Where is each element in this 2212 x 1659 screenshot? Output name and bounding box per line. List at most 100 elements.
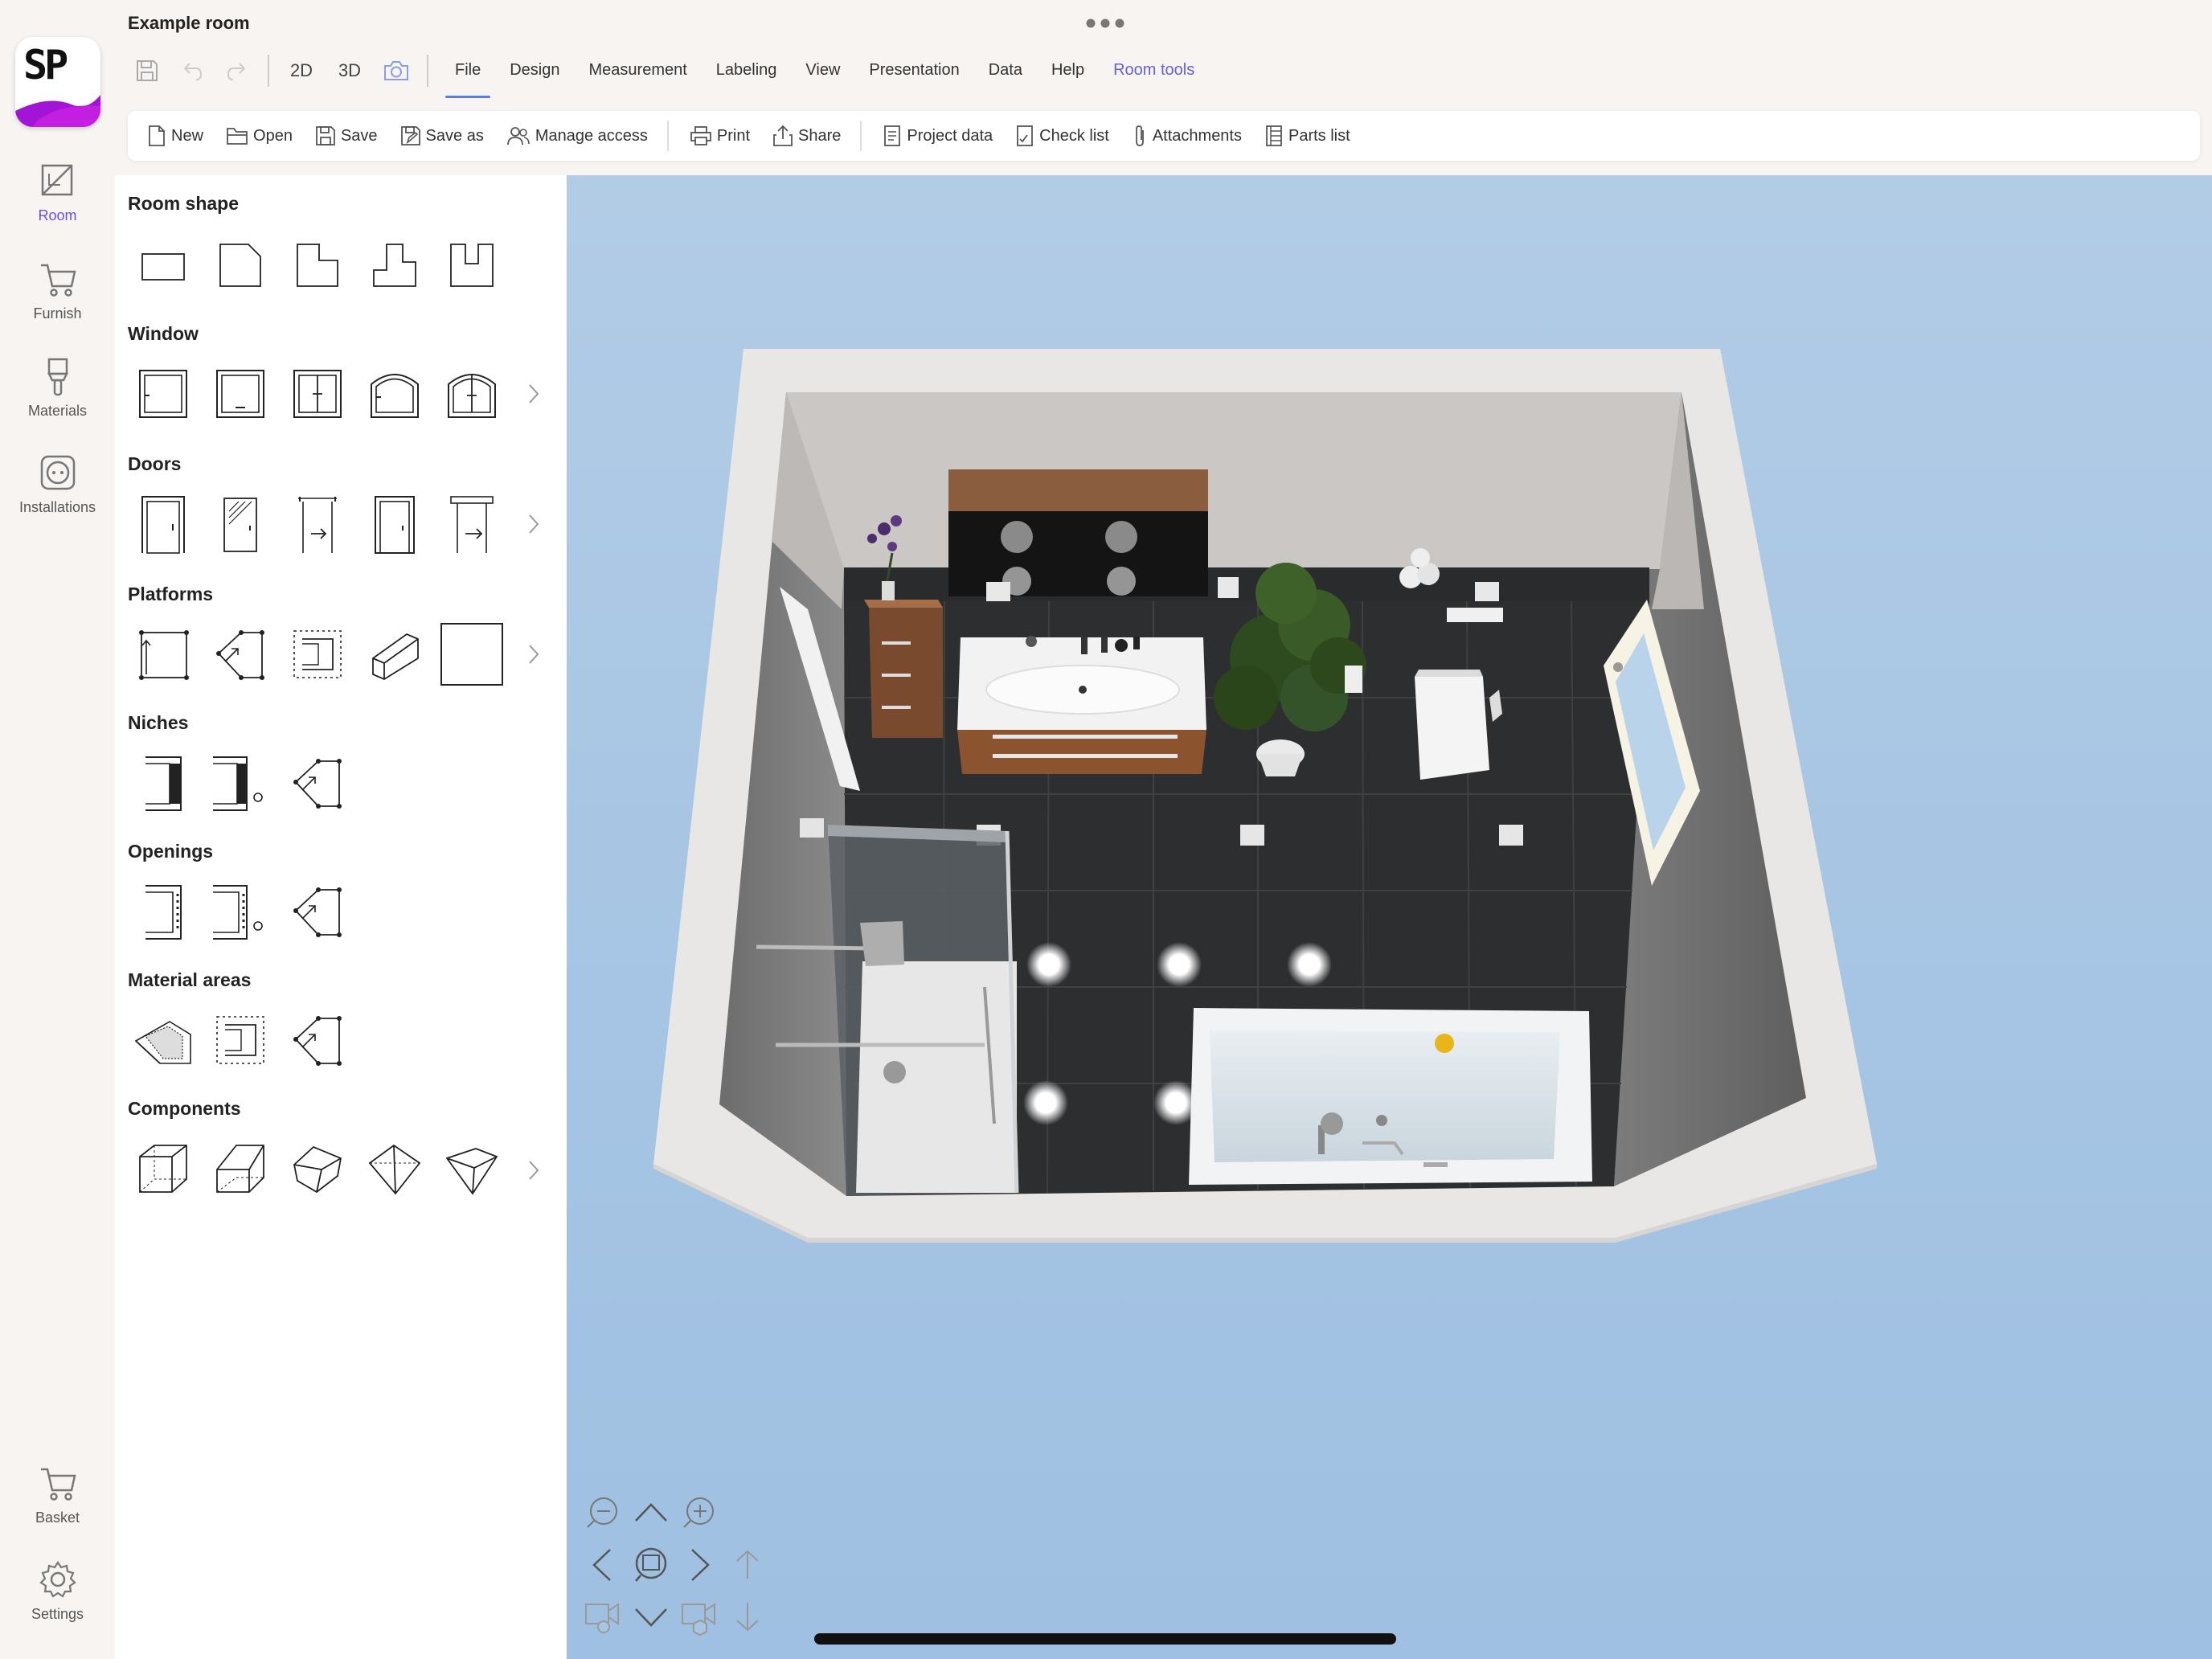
- component-wedge[interactable]: [208, 1137, 272, 1201]
- room-shape-rectangle[interactable]: [131, 233, 195, 297]
- fit-view-button[interactable]: [631, 1545, 671, 1585]
- door-standard[interactable]: [131, 492, 195, 556]
- niche-depth[interactable]: [208, 751, 272, 815]
- window-more-chevron[interactable]: [522, 378, 546, 410]
- material-area-polygon[interactable]: [285, 1008, 350, 1072]
- platform-polygon[interactable]: [208, 622, 272, 686]
- rail-item-materials[interactable]: Materials: [0, 356, 115, 420]
- tab-labeling[interactable]: Labeling: [705, 53, 789, 98]
- tab-view[interactable]: View: [794, 53, 851, 98]
- save-as-button[interactable]: Save as: [400, 125, 484, 146]
- doors-more-chevron[interactable]: [522, 508, 546, 540]
- tab-presentation[interactable]: Presentation: [858, 53, 970, 98]
- print-button[interactable]: Print: [690, 125, 750, 146]
- platform-rectangle[interactable]: [131, 622, 195, 686]
- quick-access-bar: 2D 3D: [125, 53, 436, 88]
- section-title-components: Components: [128, 1098, 241, 1119]
- share-icon: [773, 125, 793, 146]
- window-arched[interactable]: [363, 362, 427, 426]
- open-button[interactable]: Open: [226, 125, 293, 146]
- tab-measurement[interactable]: Measurement: [578, 53, 698, 98]
- zoom-out-button[interactable]: [583, 1493, 623, 1534]
- room-shape-u[interactable]: [440, 233, 504, 297]
- rail-item-room[interactable]: Room: [0, 161, 115, 224]
- rectangle-platform-icon: [139, 630, 189, 680]
- rail-item-settings[interactable]: Settings: [0, 1559, 115, 1623]
- material-area-wall[interactable]: [131, 1008, 195, 1072]
- pan-right-button[interactable]: [679, 1545, 719, 1585]
- components-more-chevron[interactable]: [522, 1154, 546, 1186]
- rail-item-furnish[interactable]: Furnish: [0, 259, 115, 322]
- tab-data[interactable]: Data: [977, 53, 1034, 98]
- project-data-button[interactable]: Project data: [883, 125, 993, 147]
- door-pocket[interactable]: [440, 492, 504, 556]
- view-3d-button[interactable]: 3D: [326, 60, 374, 81]
- chevron-up-icon: [635, 1503, 667, 1522]
- component-pyramid[interactable]: [363, 1137, 427, 1201]
- component-prism[interactable]: [285, 1137, 350, 1201]
- undo-icon: [184, 63, 203, 80]
- room-shape-t[interactable]: [363, 233, 427, 297]
- check-list-button[interactable]: Check list: [1015, 125, 1109, 147]
- section-title-material-areas: Material areas: [128, 969, 252, 990]
- material-area-draw[interactable]: [208, 1008, 272, 1072]
- window-double[interactable]: [285, 362, 350, 426]
- tab-room-tools[interactable]: Room tools: [1102, 53, 1206, 98]
- door-frame[interactable]: [363, 492, 427, 556]
- opening-rectangle[interactable]: [131, 879, 195, 944]
- platforms-more-chevron[interactable]: [522, 638, 546, 670]
- zoom-in-button[interactable]: [679, 1493, 719, 1534]
- wall-material-icon: [134, 1021, 191, 1064]
- rail-item-basket[interactable]: Basket: [0, 1463, 115, 1526]
- niche-polygon[interactable]: [285, 751, 350, 815]
- niche-rectangle[interactable]: [131, 751, 195, 815]
- window-tilt-turn[interactable]: [131, 362, 195, 426]
- platform-square[interactable]: [440, 622, 504, 686]
- snapshot-button[interactable]: [374, 53, 419, 88]
- pan-up-button[interactable]: [631, 1493, 671, 1534]
- save-button[interactable]: Save: [315, 125, 378, 146]
- parts-list-button[interactable]: Parts list: [1264, 125, 1350, 147]
- rail-item-installations[interactable]: Installations: [0, 453, 115, 516]
- component-cube[interactable]: [131, 1137, 195, 1201]
- move-down-button[interactable]: [727, 1596, 768, 1636]
- new-button[interactable]: New: [147, 125, 203, 147]
- share-button[interactable]: Share: [772, 125, 841, 147]
- 3d-viewport[interactable]: [567, 175, 2212, 1659]
- undo-button[interactable]: [170, 53, 215, 88]
- manage-access-button[interactable]: Manage access: [506, 125, 648, 146]
- move-up-button[interactable]: [727, 1545, 768, 1585]
- view-2d-button[interactable]: 2D: [277, 60, 326, 81]
- tab-file[interactable]: File: [444, 53, 492, 98]
- platform-draw[interactable]: [285, 622, 350, 686]
- section-title-platforms: Platforms: [128, 584, 214, 604]
- camera-object-button[interactable]: [679, 1596, 719, 1636]
- room-shape-l[interactable]: [285, 233, 350, 297]
- door-glass[interactable]: [208, 492, 272, 556]
- more-options-icon[interactable]: [1085, 18, 1125, 33]
- platform-box[interactable]: [363, 622, 427, 686]
- paint-brush-icon: [47, 358, 68, 396]
- quick-save-button[interactable]: [125, 53, 170, 88]
- dotted-platform-icon: [293, 630, 342, 678]
- window-tilt[interactable]: [208, 362, 272, 426]
- pan-down-button[interactable]: [631, 1596, 671, 1636]
- component-diamond[interactable]: [440, 1137, 504, 1201]
- home-indicator[interactable]: [814, 1633, 1396, 1645]
- app-logo[interactable]: SP: [15, 37, 100, 127]
- door-sliding[interactable]: [285, 492, 350, 556]
- cube-icon: [139, 1145, 187, 1193]
- room-shape-cut-corner[interactable]: [208, 233, 272, 297]
- attachments-button[interactable]: Attachments: [1132, 124, 1242, 148]
- section-title-window: Window: [128, 323, 199, 344]
- list-icon: [1266, 125, 1282, 146]
- camera-settings-button[interactable]: [583, 1596, 623, 1636]
- tab-design[interactable]: Design: [498, 53, 571, 98]
- pan-left-button[interactable]: [583, 1545, 623, 1585]
- opening-polygon[interactable]: [285, 879, 350, 944]
- window-arched-double[interactable]: [440, 362, 504, 426]
- tab-help[interactable]: Help: [1040, 53, 1096, 98]
- redo-button[interactable]: [215, 53, 260, 88]
- box-platform-icon: [372, 633, 419, 681]
- opening-depth[interactable]: [208, 879, 272, 944]
